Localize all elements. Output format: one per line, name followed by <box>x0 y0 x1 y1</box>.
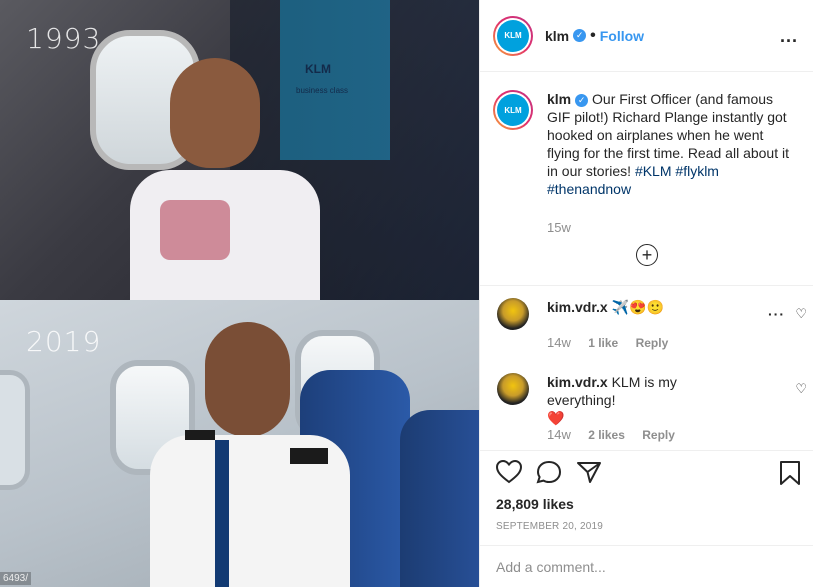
post-panel: KLM klm ✓ • Follow ... KLM klm ✓ Our Firs… <box>479 0 813 587</box>
save-bookmark-icon[interactable] <box>779 460 801 486</box>
reply-button[interactable]: Reply <box>636 336 669 350</box>
more-options-icon[interactable]: ... <box>780 26 798 47</box>
action-bar <box>496 460 800 490</box>
add-comment-input[interactable] <box>496 559 796 575</box>
post-header: KLM klm ✓ • Follow ... <box>480 0 813 72</box>
header-username[interactable]: klm <box>545 28 569 44</box>
caption-text: klm ✓ Our First Officer (and famous GIF p… <box>547 90 797 198</box>
comment-likes[interactable]: 1 like <box>588 336 618 350</box>
comment-age[interactable]: 14w <box>547 335 571 350</box>
comment-username[interactable]: kim.vdr.x <box>547 374 608 390</box>
comment-like-icon[interactable]: ♡ <box>795 381 807 397</box>
post-photo[interactable]: KLM business class 1993 2019 6493/ <box>0 0 479 587</box>
divider <box>480 285 813 286</box>
load-more-comments-icon[interactable]: + <box>636 244 658 266</box>
divider <box>480 545 813 546</box>
hashtag-flyklm[interactable]: #flyklm <box>675 163 719 179</box>
comment-icon[interactable] <box>536 460 562 484</box>
heart-emoji: ❤️ <box>547 410 565 426</box>
photo-1993: KLM business class 1993 <box>0 0 479 300</box>
year-2019-label: 2019 <box>26 325 102 358</box>
separator-dot: • <box>590 26 596 44</box>
comment-avatar[interactable] <box>497 373 529 405</box>
caption-avatar[interactable]: KLM <box>493 90 533 130</box>
hashtag-klm[interactable]: #KLM <box>635 163 672 179</box>
verified-badge-icon: ✓ <box>573 29 587 42</box>
verified-badge-icon: ✓ <box>575 93 589 107</box>
caption-username[interactable]: klm <box>547 91 571 107</box>
klm-logo: KLM <box>497 19 529 52</box>
year-1993-label: 1993 <box>26 22 102 55</box>
comment-avatar[interactable] <box>497 298 529 330</box>
follow-button[interactable]: Follow <box>600 28 644 44</box>
caption-age[interactable]: 15w <box>547 220 571 235</box>
comment-age[interactable]: 14w <box>547 427 571 442</box>
comment-more-icon[interactable]: ··· <box>768 306 785 322</box>
klm-logo: KLM <box>497 94 529 126</box>
likes-count[interactable]: 28,809 likes <box>496 496 574 512</box>
comment-like-icon[interactable]: ♡ <box>795 306 807 322</box>
comment-text: ✈️😍🙂 <box>611 299 664 315</box>
photo-corner-text: 6493/ <box>0 572 32 585</box>
comment-username[interactable]: kim.vdr.x <box>547 299 608 315</box>
share-icon[interactable] <box>576 460 602 484</box>
hashtag-thenandnow[interactable]: #thenandnow <box>547 181 631 197</box>
comment-likes[interactable]: 2 likes <box>588 428 625 442</box>
photo-2019: 2019 6493/ <box>0 300 479 587</box>
avatar[interactable]: KLM <box>493 15 533 56</box>
caption: KLM klm ✓ Our First Officer (and famous G… <box>493 90 803 198</box>
post-date[interactable]: SEPTEMBER 20, 2019 <box>496 521 603 532</box>
reply-button[interactable]: Reply <box>642 428 675 442</box>
divider <box>480 450 813 451</box>
like-heart-icon[interactable] <box>496 460 522 484</box>
